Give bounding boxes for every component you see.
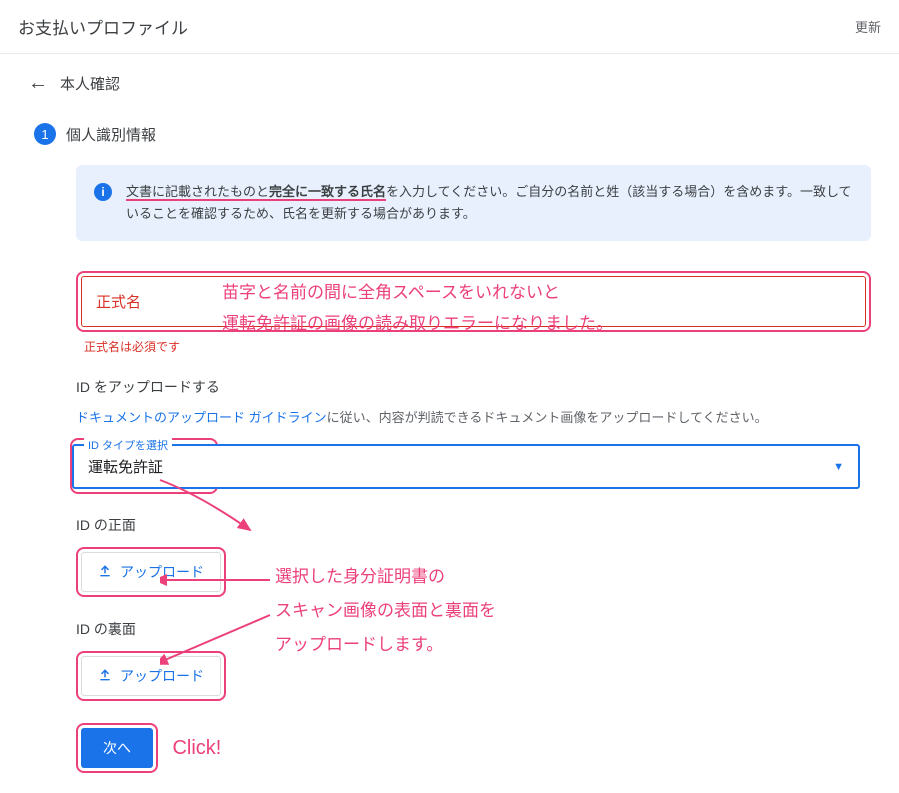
upload-back-label: アップロード — [120, 666, 204, 686]
step-number-badge: 1 — [34, 123, 56, 145]
next-button-highlight: 次へ — [76, 723, 158, 773]
upload-back-highlight: アップロード — [76, 651, 226, 701]
update-link[interactable]: 更新 — [855, 17, 881, 36]
id-type-legend: ID タイプを選択 — [84, 437, 172, 453]
click-annotation: Click! — [172, 737, 221, 760]
upload-front-button[interactable]: アップロード — [81, 552, 221, 592]
back-arrow-icon[interactable]: ← — [28, 72, 48, 95]
id-type-value: 運転免許証 — [88, 456, 163, 477]
breadcrumb-title: 本人確認 — [60, 73, 120, 94]
upload-front-label: アップロード — [120, 562, 204, 582]
info-banner: i 文書に記載されたものと完全に一致する氏名を入力してください。ご自分の名前と姓… — [76, 165, 871, 241]
upload-heading: ID をアップロードする — [76, 377, 871, 397]
upload-icon — [98, 564, 112, 581]
id-front-label: ID の正面 — [76, 515, 871, 535]
upload-front-highlight: アップロード — [76, 547, 226, 597]
guideline-link[interactable]: ドキュメントのアップロード ガイドライン — [76, 410, 327, 425]
dropdown-arrow-icon: ▼ — [833, 461, 844, 473]
info-icon: i — [94, 183, 112, 201]
breadcrumb: ← 本人確認 — [0, 54, 899, 113]
upload-guideline-text: ドキュメントのアップロード ガイドラインに従い、内容が判読できるドキュメント画像… — [76, 407, 871, 426]
id-type-select[interactable]: ID タイプを選択 運転免許証 ▼ — [72, 444, 860, 489]
next-button[interactable]: 次へ — [81, 728, 153, 768]
legal-name-label: 正式名 — [96, 294, 141, 311]
section-title: 個人識別情報 — [66, 124, 156, 145]
upload-back-button[interactable]: アップロード — [81, 656, 221, 696]
annotation-name-hint: 苗字と名前の間に全角スペースをいれないと 運転免許証の画像の読み取りエラーになり… — [222, 278, 613, 339]
page-title: お支払いプロファイル — [18, 14, 188, 39]
annotation-upload-hint: 選択した身分証明書の スキャン画像の表面と裏面を アップロードします。 — [275, 560, 496, 662]
info-text: 文書に記載されたものと完全に一致する氏名を入力してください。ご自分の名前と姓（該… — [126, 181, 853, 225]
legal-name-error: 正式名は必須です — [84, 338, 871, 355]
upload-icon — [98, 668, 112, 685]
